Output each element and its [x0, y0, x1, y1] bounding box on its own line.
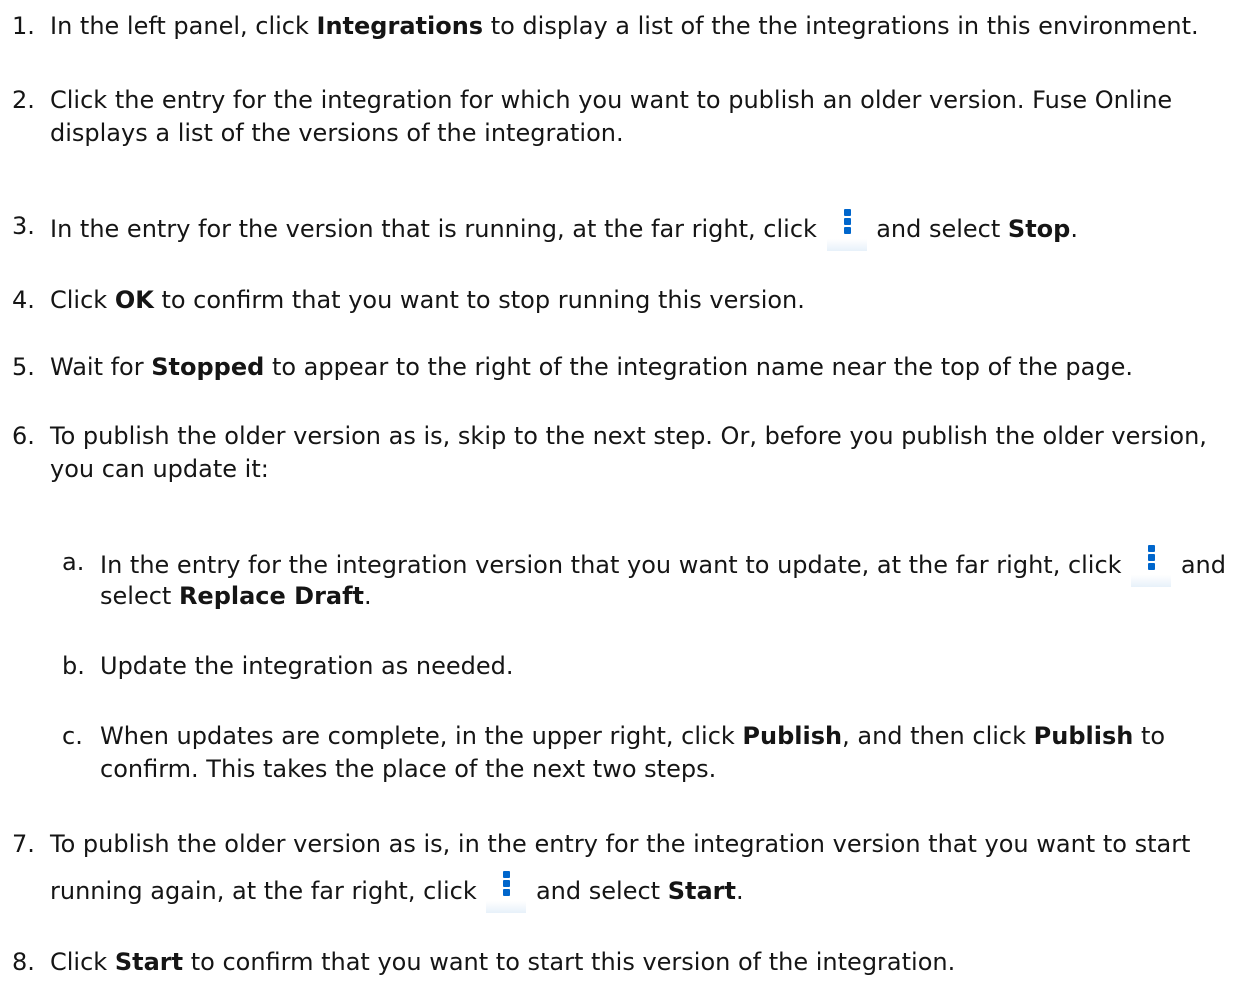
step-text: you can update it:	[50, 455, 269, 483]
step-number: 6.	[12, 422, 35, 450]
step-text: Wait for Stopped to appear to the right …	[50, 353, 1133, 381]
step-text: Click Start to confirm that you want to …	[50, 948, 956, 976]
step-text: To publish the older version as is, in t…	[50, 830, 1191, 858]
kebab-menu-icon	[486, 869, 527, 913]
step-text: Click OK to confirm that you want to sto…	[50, 286, 805, 314]
step-number: 4.	[12, 286, 35, 314]
substep-letter: b.	[62, 652, 85, 680]
substep-letter: c.	[62, 722, 83, 750]
ui-term: Start	[114, 948, 184, 976]
kebab-menu-icon	[826, 207, 867, 251]
step-text: select Replace Draft.	[100, 582, 372, 610]
substep-letter: a.	[62, 548, 85, 576]
step-text: displays a list of the versions of the i…	[50, 119, 624, 147]
step-text: confirm. This takes the place of the nex…	[100, 755, 717, 783]
ui-term: Integrations	[316, 12, 484, 40]
step-number: 7.	[12, 830, 35, 858]
ui-term: Start	[667, 877, 736, 905]
step-number: 5.	[12, 353, 35, 381]
ui-term: Publish	[742, 722, 843, 750]
ui-term: Stopped	[151, 353, 265, 381]
ui-term: Publish	[1033, 722, 1134, 750]
step-text: Update the integration as needed.	[100, 652, 514, 680]
step-text: running again, at the far right, click a…	[50, 869, 744, 913]
ui-term: Stop	[1007, 215, 1071, 243]
ui-term: Replace Draft	[178, 582, 365, 610]
step-number: 1.	[12, 12, 35, 40]
step-number: 2.	[12, 86, 35, 114]
step-number: 3.	[12, 212, 35, 240]
step-text: In the left panel, click Integrations to…	[50, 12, 1199, 40]
step-number: 8.	[12, 948, 35, 976]
kebab-menu-icon	[1131, 543, 1172, 587]
procedure-list: 1. In the left panel, click Integrations…	[0, 0, 1244, 989]
ui-term: OK	[114, 286, 154, 314]
step-text: In the entry for the version that is run…	[50, 207, 1078, 251]
